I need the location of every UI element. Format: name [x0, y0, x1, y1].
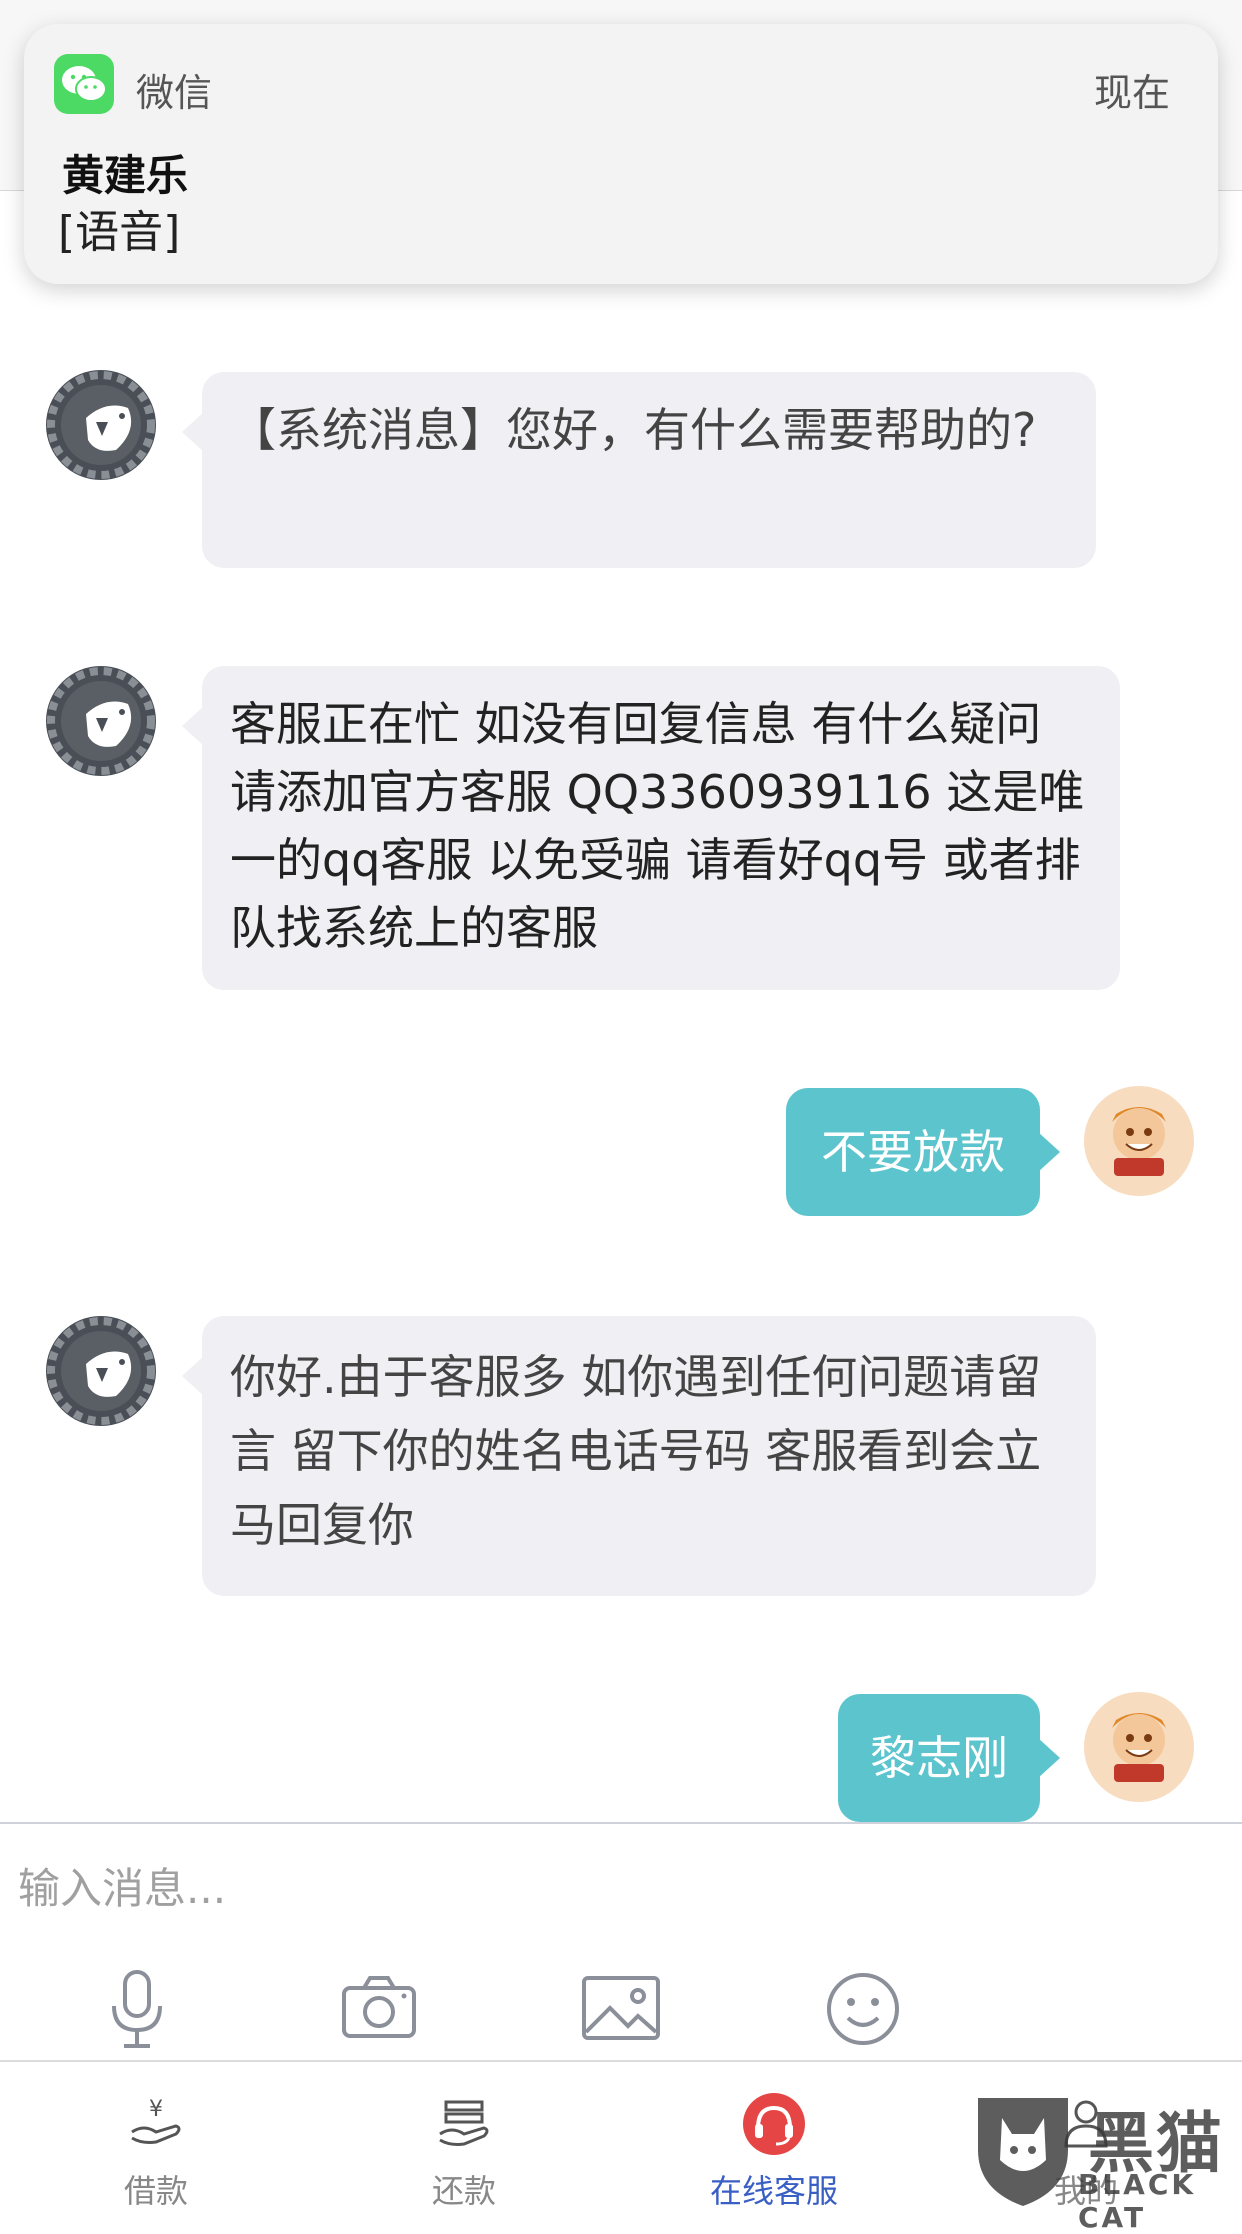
notification-banner[interactable]: 微信 现在 黄建乐 [语音] [24, 24, 1218, 284]
message-text: 不要放款 [821, 1125, 1005, 1179]
emoji-icon[interactable] [818, 1964, 908, 2054]
headset-icon [742, 2092, 806, 2156]
user-avatar [1084, 1086, 1194, 1196]
message-text: 你好.由于客服多 如你遇到任何问题请留言 留下你的姓名电话号码 客服看到会立马回… [230, 1350, 1042, 1552]
tab-loan[interactable]: ¥ 借款 [56, 2062, 256, 2210]
message-text: 客服正在忙 如没有回复信息 有什么疑问 请添加官方客服 QQ3360939116… [230, 697, 1085, 955]
repay-icon [432, 2092, 496, 2156]
bot-avatar [46, 1316, 156, 1426]
notification-app-name: 微信 [136, 71, 213, 115]
tab-repay[interactable]: 还款 [364, 2062, 564, 2210]
cat-shield-icon [978, 2098, 1068, 2206]
notification-sender: 黄建乐 [62, 151, 189, 200]
tab-label: 借款 [123, 2172, 188, 2210]
message-input[interactable] [16, 1852, 1220, 1924]
bot-avatar [46, 370, 156, 480]
image-icon[interactable] [576, 1964, 666, 2054]
message-bubble-user: 不要放款 [786, 1088, 1060, 1216]
tab-label: 在线客服 [709, 2172, 838, 2210]
notification-time: 现在 [1093, 71, 1170, 115]
user-avatar [1084, 1692, 1194, 1802]
message-bubble-bot: 客服正在忙 如没有回复信息 有什么疑问 请添加官方客服 QQ3360939116… [182, 666, 1120, 990]
message-text: 【系统消息】您好，有什么需要帮助的? [230, 403, 1037, 457]
tab-online-service[interactable]: 在线客服 [674, 2062, 874, 2210]
notification-body: [语音] [58, 207, 181, 258]
watermark: 黑猫 BLACK CAT [968, 2090, 1242, 2234]
microphone-icon[interactable] [92, 1964, 182, 2054]
svg-text:¥: ¥ [149, 2097, 163, 2122]
message-text: 黎志刚 [870, 1731, 1008, 1785]
tab-label: 还款 [431, 2172, 496, 2210]
bot-avatar [46, 666, 156, 776]
message-bubble-bot: 【系统消息】您好，有什么需要帮助的? [182, 372, 1096, 568]
camera-icon[interactable] [334, 1964, 424, 2054]
chat-input-area [0, 1822, 1242, 2064]
wechat-icon [54, 54, 114, 114]
message-bubble-bot: 你好.由于客服多 如你遇到任何问题请留言 留下你的姓名电话号码 客服看到会立马回… [182, 1316, 1096, 1596]
watermark-en: BLACK CAT [1078, 2168, 1197, 2234]
loan-icon: ¥ [124, 2092, 188, 2156]
message-bubble-user: 黎志刚 [838, 1694, 1060, 1822]
